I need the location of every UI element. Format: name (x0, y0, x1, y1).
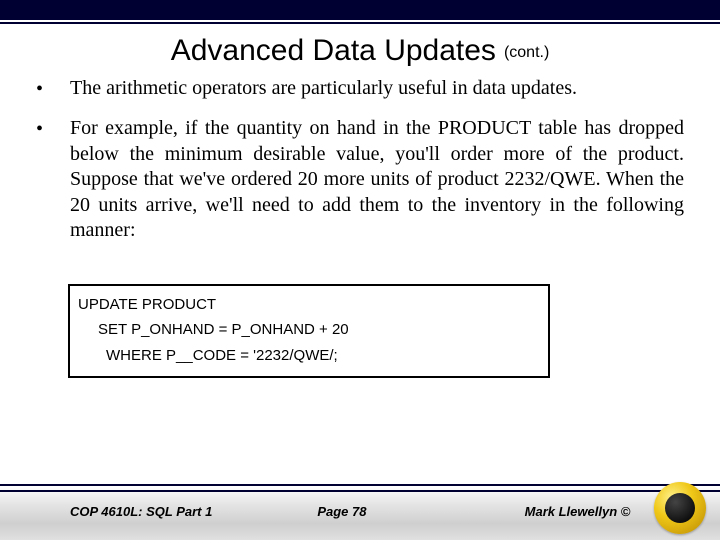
footer: COP 4610L: SQL Part 1 Page 78 Mark Llewe… (0, 484, 720, 540)
code-line: SET P_ONHAND = P_ONHAND + 20 (78, 317, 548, 343)
top-bar (0, 0, 720, 20)
list-item: • For example, if the quantity on hand i… (36, 116, 684, 244)
bullet-mark: • (36, 116, 70, 244)
ucf-logo-icon (654, 482, 706, 534)
code-box: UPDATE PRODUCT SET P_ONHAND = P_ONHAND +… (68, 284, 550, 379)
top-underline (0, 22, 720, 24)
title-main: Advanced Data Updates (171, 34, 496, 67)
title-cont: (cont.) (504, 44, 549, 61)
bullet-list: • The arithmetic operators are particula… (0, 76, 720, 244)
footer-course: COP 4610L: SQL Part 1 (70, 504, 247, 519)
footer-rule (0, 490, 720, 492)
bullet-text: For example, if the quantity on hand in … (70, 116, 684, 244)
bullet-mark: • (36, 76, 70, 102)
footer-page: Page 78 (247, 504, 494, 519)
code-line: UPDATE PRODUCT (78, 292, 548, 318)
slide-title: Advanced Data Updates (cont.) (0, 34, 720, 68)
code-line: WHERE P__CODE = '2232/QWE/; (78, 343, 548, 369)
list-item: • The arithmetic operators are particula… (36, 76, 684, 102)
bullet-text: The arithmetic operators are particularl… (70, 76, 577, 102)
